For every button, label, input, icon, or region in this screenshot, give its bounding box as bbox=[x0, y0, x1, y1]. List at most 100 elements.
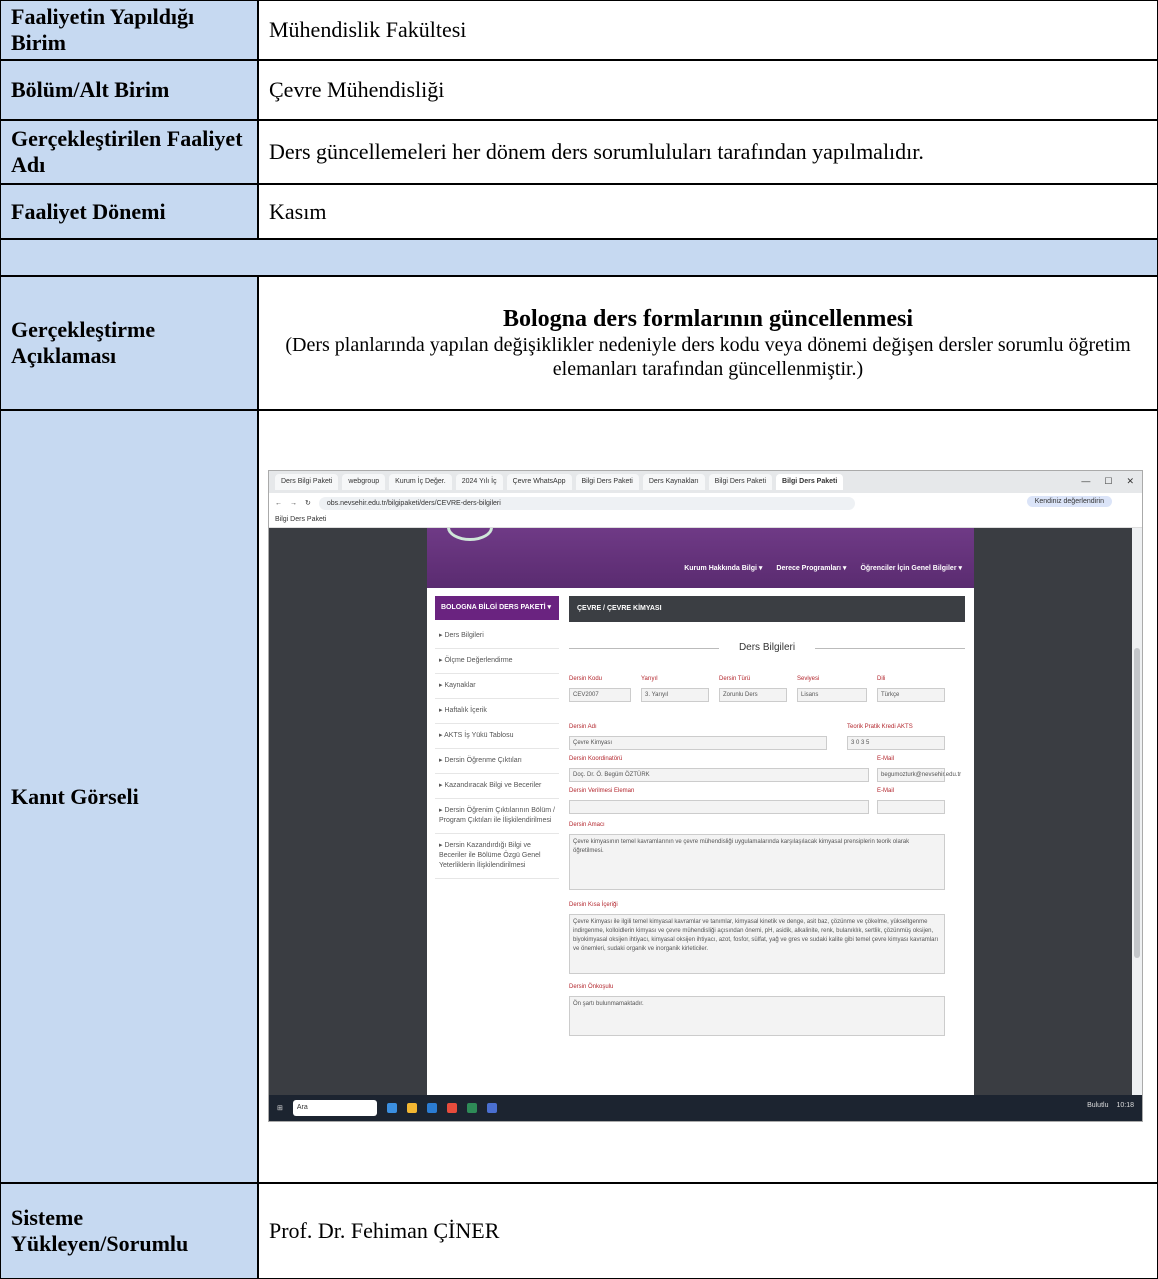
label-period: Faaliyet Dönemi bbox=[1, 185, 259, 238]
level-field: Lisans bbox=[797, 688, 867, 702]
coordinator-field: Doç. Dr. Ö. Begüm ÖZTÜRK bbox=[569, 768, 869, 782]
sidebar-item[interactable]: ▸ Dersin Öğrenme Çıktıları bbox=[435, 749, 559, 774]
section-heading: Ders Bilgileri bbox=[569, 642, 965, 653]
system-tray: Bulutlu 10:18 bbox=[1087, 1102, 1134, 1109]
taskbar-search[interactable]: Ara bbox=[292, 1100, 377, 1116]
nav-item[interactable]: Derece Programları ▾ bbox=[776, 564, 846, 572]
sidebar-item[interactable]: ▸ Ölçme Değerlendirme bbox=[435, 649, 559, 674]
browser-tab[interactable]: Çevre WhatsApp bbox=[506, 474, 572, 490]
field-label: Yarıyıl bbox=[641, 676, 658, 682]
browser-tab[interactable]: Ders Bilgi Paketi bbox=[275, 474, 339, 490]
scrollbar[interactable] bbox=[1132, 528, 1142, 1095]
course-name-field: Çevre Kimyası bbox=[569, 736, 827, 750]
weather-status: Bulutlu bbox=[1087, 1102, 1109, 1109]
browser-tab[interactable]: webgroup bbox=[342, 474, 386, 490]
nav-item[interactable]: Kurum Hakkında Bilgi ▾ bbox=[684, 564, 762, 572]
windows-taskbar: ⊞ Ara Bulutlu 10:18 bbox=[269, 1095, 1142, 1121]
field-label: Dersin Kısa İçeriği bbox=[569, 902, 618, 908]
course-content-field: Çevre Kimyası ile ilgili temel kimyasal … bbox=[569, 914, 945, 974]
label-explanation: Gerçekleştirme Açıklaması bbox=[1, 277, 259, 409]
start-icon[interactable]: ⊞ bbox=[277, 1104, 283, 1112]
field-label: Seviyesi bbox=[797, 676, 820, 682]
course-info-page: Kurum Hakkında Bilgi ▾ Derece Programlar… bbox=[427, 528, 974, 1095]
close-icon[interactable]: ✕ bbox=[1126, 476, 1134, 487]
sidebar-menu: ▸ Ders Bilgileri ▸ Ölçme Değerlendirme ▸… bbox=[435, 624, 559, 879]
value-activity-name: Ders güncellemeleri her dönem ders sorum… bbox=[269, 139, 924, 164]
word-icon[interactable] bbox=[486, 1103, 497, 1113]
browser-tabs: Ders Bilgi Paketi webgroup Kurum İç Değe… bbox=[269, 471, 1142, 493]
field-label: Dersin Kodu bbox=[569, 676, 603, 682]
reload-icon[interactable]: ↻ bbox=[305, 499, 311, 507]
row-uploader: Sisteme Yükleyen/Sorumlu Prof. Dr. Fehim… bbox=[1, 1184, 1157, 1278]
value-explanation: Bologna ders formlarının güncellenmesi (… bbox=[259, 277, 1157, 409]
label-uploader: Sisteme Yükleyen/Sorumlu bbox=[1, 1184, 259, 1278]
field-label: Dersin Verilmesi Eleman bbox=[569, 788, 635, 794]
sidebar-item[interactable]: ▸ Dersin Öğrenim Çıktılarının Bölüm / Pr… bbox=[435, 799, 559, 834]
value-unit: Mühendislik Fakültesi bbox=[269, 17, 467, 42]
sidebar-item[interactable]: ▸ Kazandıracak Bilgi ve Beceriler bbox=[435, 774, 559, 799]
instructor-email-field bbox=[877, 800, 945, 814]
excel-icon[interactable] bbox=[466, 1103, 477, 1113]
sidebar-title[interactable]: BOLOGNA BİLGİ DERS PAKETİ ▾ bbox=[435, 596, 559, 620]
folder-icon[interactable] bbox=[406, 1103, 417, 1113]
bookmark-item[interactable]: Bilgi Ders Paketi bbox=[275, 516, 326, 523]
page-margin-right bbox=[974, 528, 1132, 1095]
field-label: E-Mail bbox=[877, 788, 895, 794]
edge-icon[interactable] bbox=[426, 1103, 437, 1113]
forward-icon[interactable]: → bbox=[290, 500, 297, 507]
cloud-icon bbox=[386, 1103, 397, 1113]
sidebar-item[interactable]: ▸ Dersin Kazandırdığı Bilgi ve Beceriler… bbox=[435, 834, 559, 879]
browser-tab[interactable]: 2024 Yılı İç bbox=[455, 474, 503, 490]
value-period: Kasım bbox=[269, 198, 327, 224]
field-label: Dersin Önkoşulu bbox=[569, 984, 614, 990]
spacer-row bbox=[1, 240, 1157, 277]
language-field: Türkçe bbox=[877, 688, 945, 702]
row-explanation: Gerçekleştirme Açıklaması Bologna ders f… bbox=[1, 277, 1157, 411]
scrollbar-thumb[interactable] bbox=[1134, 648, 1140, 958]
label-department: Bölüm/Alt Birim bbox=[1, 61, 259, 119]
url-field[interactable]: obs.nevsehir.edu.tr/bilgipaketi/ders/CEV… bbox=[318, 496, 855, 510]
chrome-icon[interactable] bbox=[446, 1103, 457, 1113]
browser-tab[interactable]: Kurum İç Değer. bbox=[389, 474, 452, 490]
row-period: Faaliyet Dönemi Kasım bbox=[1, 185, 1157, 240]
sidebar-item[interactable]: ▸ Haftalık İçerik bbox=[435, 699, 559, 724]
sidebar-item[interactable]: ▸ AKTS İş Yükü Tablosu bbox=[435, 724, 559, 749]
row-activity-name: Gerçekleştirilen Faaliyet Adı Ders günce… bbox=[1, 121, 1157, 185]
value-department: Çevre Mühendisliği bbox=[269, 77, 445, 102]
browser-tab[interactable]: Ders Kaynakları bbox=[642, 474, 705, 490]
field-label: Teorik Pratik Kredi AKTS bbox=[847, 724, 913, 730]
browser-tab[interactable]: Bilgi Ders Paketi bbox=[708, 474, 773, 490]
sidebar-item[interactable]: ▸ Ders Bilgileri bbox=[435, 624, 559, 649]
university-logo-icon bbox=[447, 528, 493, 541]
label-activity-name: Gerçekleştirilen Faaliyet Adı bbox=[1, 121, 259, 183]
evidence-screenshot: Ders Bilgi Paketi webgroup Kurum İç Değe… bbox=[268, 470, 1143, 1122]
back-icon[interactable]: ← bbox=[275, 500, 282, 507]
explanation-title: Bologna ders formlarının güncellenmesi bbox=[503, 305, 913, 332]
instructor-field bbox=[569, 800, 869, 814]
field-label: Dersin Koordinatörü bbox=[569, 756, 623, 762]
course-type-field: Zorunlu Ders bbox=[719, 688, 787, 702]
explanation-detail: (Ders planlarında yapılan değişiklikler … bbox=[285, 333, 1131, 380]
window-controls: — ☐ ✕ bbox=[1081, 476, 1134, 487]
browser-tab-active[interactable]: Bilgi Ders Paketi bbox=[776, 474, 844, 490]
site-nav: Kurum Hakkında Bilgi ▾ Derece Programlar… bbox=[684, 564, 962, 572]
label-unit: Faaliyetin Yapıldığı Birim bbox=[1, 1, 259, 59]
profile-button[interactable]: Kendiniz değerlendirin bbox=[1026, 496, 1112, 507]
minimize-icon[interactable]: — bbox=[1081, 476, 1090, 487]
course-code-field: CEV2007 bbox=[569, 688, 631, 702]
field-label: Dersin Amacı bbox=[569, 822, 605, 828]
coordinator-email-field: begumozturk@nevsehir.edu.tr bbox=[877, 768, 961, 782]
page-margin-left bbox=[269, 528, 427, 1095]
browser-tab[interactable]: Bilgi Ders Paketi bbox=[575, 474, 639, 490]
site-header: Kurum Hakkında Bilgi ▾ Derece Programlar… bbox=[427, 528, 974, 588]
sidebar-item[interactable]: ▸ Kaynaklar bbox=[435, 674, 559, 699]
clock: 10:18 bbox=[1116, 1102, 1134, 1109]
field-label: Dersin Türü bbox=[719, 676, 751, 682]
row-unit: Faaliyetin Yapıldığı Birim Mühendislik F… bbox=[1, 1, 1157, 61]
nav-item[interactable]: Öğrenciler İçin Genel Bilgiler ▾ bbox=[860, 564, 962, 572]
semester-field: 3. Yarıyıl bbox=[641, 688, 709, 702]
field-label: Dili bbox=[877, 676, 886, 682]
field-label: Dersin Adı bbox=[569, 724, 597, 730]
maximize-icon[interactable]: ☐ bbox=[1104, 476, 1112, 487]
bookmark-bar: Bilgi Ders Paketi bbox=[269, 513, 1142, 528]
